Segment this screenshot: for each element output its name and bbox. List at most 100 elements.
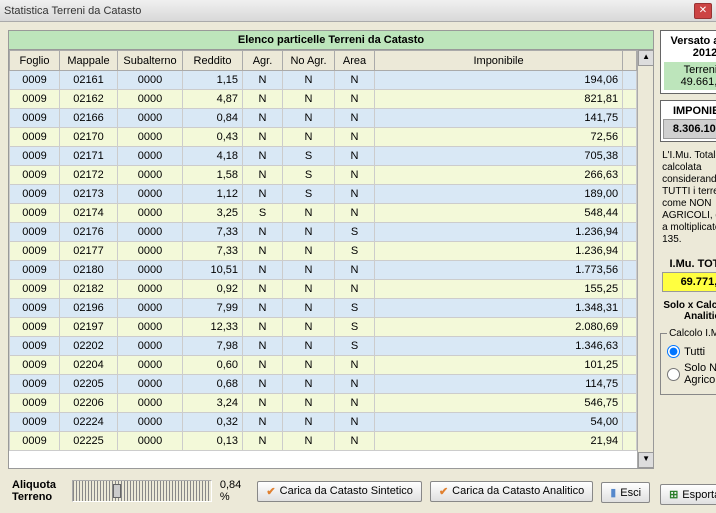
cell-mappale: 02204 xyxy=(60,356,118,375)
table-row[interactable]: 00090220400000,60NNN101,25 xyxy=(10,356,637,375)
cell-noagr: N xyxy=(283,204,335,223)
cell-imp: 194,06 xyxy=(375,71,623,90)
radio-non-agricoli[interactable] xyxy=(667,368,680,381)
cell-mappale: 02177 xyxy=(60,242,118,261)
column-header[interactable]: Reddito xyxy=(183,51,243,71)
column-header[interactable]: Subalterno xyxy=(118,51,183,71)
cell-reddito: 0,43 xyxy=(183,128,243,147)
imu-totale-value: 69.771,25 xyxy=(662,272,716,292)
cell-mappale: 02202 xyxy=(60,337,118,356)
cell-sub: 0000 xyxy=(118,318,183,337)
cell-mappale: 02171 xyxy=(60,147,118,166)
cell-area: N xyxy=(335,166,375,185)
cell-agr: S xyxy=(243,204,283,223)
table-row[interactable]: 00090217200001,58NSN266,63 xyxy=(10,166,637,185)
table-row[interactable]: 00090217600007,33NNS1.236,94 xyxy=(10,223,637,242)
cell-noagr: N xyxy=(283,337,335,356)
cell-sub: 0000 xyxy=(118,128,183,147)
cell-foglio: 0009 xyxy=(10,280,60,299)
close-icon[interactable]: ✕ xyxy=(694,3,712,19)
cell-area: N xyxy=(335,280,375,299)
table-row[interactable]: 00090217000000,43NNN72,56 xyxy=(10,128,637,147)
table-row[interactable]: 00090217400003,25SNN548,44 xyxy=(10,204,637,223)
cell-area: N xyxy=(335,109,375,128)
table-row[interactable]: 00090220200007,98NNS1.346,63 xyxy=(10,337,637,356)
cell-area: N xyxy=(335,71,375,90)
cell-noagr: N xyxy=(283,261,335,280)
carica-analitico-button[interactable]: ✔Carica da Catasto Analitico xyxy=(430,481,593,502)
cell-agr: N xyxy=(243,242,283,261)
versato-title: Versato anno 2012 xyxy=(663,33,716,61)
table-row[interactable]: 00090218200000,92NNN155,25 xyxy=(10,280,637,299)
cell-noagr: N xyxy=(283,318,335,337)
esporta-dati-button[interactable]: ⊞Esporta dati xyxy=(660,484,716,505)
cell-foglio: 0009 xyxy=(10,337,60,356)
cell-noagr: N xyxy=(283,356,335,375)
cell-area: N xyxy=(335,204,375,223)
table-row[interactable]: 00090222400000,32NNN54,00 xyxy=(10,413,637,432)
cell-reddito: 0,68 xyxy=(183,375,243,394)
cell-foglio: 0009 xyxy=(10,413,60,432)
cell-imp: 1.348,31 xyxy=(375,299,623,318)
column-header[interactable]: Foglio xyxy=(10,51,60,71)
cell-area: S xyxy=(335,318,375,337)
check-icon: ✔ xyxy=(439,485,448,498)
table-row[interactable]: 00090216100001,15NNN194,06 xyxy=(10,71,637,90)
table-row[interactable]: 00090220600003,24NNN546,75 xyxy=(10,394,637,413)
table-row[interactable]: 00090217100004,18NSN705,38 xyxy=(10,147,637,166)
table-row[interactable]: 00090219600007,99NNS1.348,31 xyxy=(10,299,637,318)
table-row[interactable]: 00090217300001,12NSN189,00 xyxy=(10,185,637,204)
column-header[interactable]: Area xyxy=(335,51,375,71)
table-row[interactable]: 00090216600000,84NNN141,75 xyxy=(10,109,637,128)
cell-agr: N xyxy=(243,375,283,394)
cell-noagr: N xyxy=(283,394,335,413)
cell-foglio: 0009 xyxy=(10,356,60,375)
cell-agr: N xyxy=(243,280,283,299)
table-row[interactable]: 000902180000010,51NNN1.773,56 xyxy=(10,261,637,280)
column-header[interactable]: Imponibile xyxy=(375,51,623,71)
scroll-up-icon[interactable]: ▲ xyxy=(638,50,653,66)
cell-foglio: 0009 xyxy=(10,204,60,223)
calcolo-imu-legend: Calcolo I.Mu. xyxy=(667,328,716,339)
table-row[interactable]: 00090217700007,33NNS1.236,94 xyxy=(10,242,637,261)
cell-agr: N xyxy=(243,356,283,375)
vertical-scrollbar[interactable]: ▲ ▼ xyxy=(637,50,653,468)
cell-area: N xyxy=(335,147,375,166)
aliquota-slider[interactable] xyxy=(72,480,212,502)
cell-noagr: S xyxy=(283,185,335,204)
cell-noagr: N xyxy=(283,413,335,432)
cell-noagr: N xyxy=(283,375,335,394)
table-row[interactable]: 00090222500000,13NNN21,94 xyxy=(10,432,637,451)
radio-tutti[interactable] xyxy=(667,345,680,358)
esci-button[interactable]: ▮Esci xyxy=(601,482,650,503)
cell-foglio: 0009 xyxy=(10,109,60,128)
column-header[interactable]: No Agr. xyxy=(283,51,335,71)
column-header[interactable]: Agr. xyxy=(243,51,283,71)
cell-area: N xyxy=(335,394,375,413)
cell-mappale: 02172 xyxy=(60,166,118,185)
cell-imp: 548,44 xyxy=(375,204,623,223)
cell-agr: N xyxy=(243,318,283,337)
table-row[interactable]: 000902197000012,33NNS2.080,69 xyxy=(10,318,637,337)
imponibile-value: 8.306.101,13 xyxy=(663,119,716,139)
carica-sintetico-button[interactable]: ✔Carica da Catasto Sintetico xyxy=(257,481,422,502)
cell-imp: 101,25 xyxy=(375,356,623,375)
cell-area: S xyxy=(335,223,375,242)
cell-agr: N xyxy=(243,166,283,185)
cell-reddito: 7,33 xyxy=(183,242,243,261)
cell-area: S xyxy=(335,299,375,318)
table-row[interactable]: 00090216200004,87NNN821,81 xyxy=(10,90,637,109)
cell-sub: 0000 xyxy=(118,299,183,318)
column-header[interactable]: Mappale xyxy=(60,51,118,71)
calcolo-imu-fieldset: Calcolo I.Mu. Tutti Solo NON Agricoli xyxy=(660,328,716,395)
cell-imp: 1.236,94 xyxy=(375,223,623,242)
table-row[interactable]: 00090220500000,68NNN114,75 xyxy=(10,375,637,394)
cell-imp: 821,81 xyxy=(375,90,623,109)
cell-mappale: 02182 xyxy=(60,280,118,299)
cell-sub: 0000 xyxy=(118,413,183,432)
cell-area: N xyxy=(335,128,375,147)
cell-imp: 72,56 xyxy=(375,128,623,147)
cell-agr: N xyxy=(243,432,283,451)
scroll-down-icon[interactable]: ▼ xyxy=(638,452,653,468)
cell-imp: 189,00 xyxy=(375,185,623,204)
